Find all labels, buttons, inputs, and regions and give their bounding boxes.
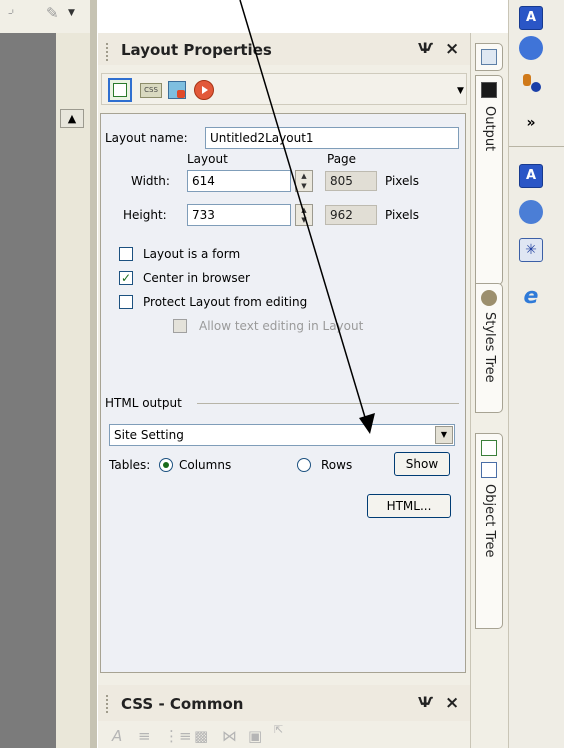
columns-radio-label: Columns	[179, 458, 232, 472]
protect-layout-label: Protect Layout from editing	[143, 295, 308, 309]
protect-layout-checkbox[interactable]	[119, 295, 133, 309]
grip-icon[interactable]	[106, 43, 111, 61]
layout-is-form-label: Layout is a form	[143, 247, 241, 261]
palette-icon	[481, 290, 497, 306]
chevron-down-icon[interactable]: ▼	[435, 426, 453, 444]
rows-radio-label: Rows	[321, 458, 353, 472]
tab-properties[interactable]	[475, 43, 503, 71]
close-icon[interactable]: ×	[445, 693, 459, 713]
tab-styles-tree[interactable]: Styles Tree	[475, 283, 503, 413]
app-a-icon[interactable]: A	[519, 6, 543, 30]
width-label: Width:	[131, 174, 170, 188]
height-label: Height:	[123, 208, 167, 222]
close-icon[interactable]: ×	[445, 39, 459, 59]
left-document-pane	[0, 33, 56, 748]
allow-text-editing-checkbox	[173, 319, 187, 333]
box-icon[interactable]: ▣	[248, 727, 262, 745]
allow-text-editing-label: Allow text editing in Layout	[199, 319, 364, 333]
properties-tab-icon	[481, 49, 497, 65]
html-output-select[interactable]: Site Setting ▼	[109, 424, 455, 446]
properties-content: Layout name: Untitled2Layout1 Layout Pag…	[100, 113, 466, 673]
globe-icon[interactable]	[519, 200, 543, 224]
panel-toolbar: CSS ▼	[101, 73, 467, 105]
html-button[interactable]: HTML...	[367, 494, 451, 518]
html-output-select-value: Site Setting	[114, 428, 184, 442]
width-stepper[interactable]: ▲ ▼	[295, 170, 313, 192]
html-output-label: HTML output	[105, 396, 182, 410]
tree-icon	[481, 440, 497, 456]
spacing-icon[interactable]: ⋈	[222, 727, 237, 745]
tab-styles-tree-label: Styles Tree	[482, 312, 497, 383]
layout-icon[interactable]	[108, 78, 132, 102]
refresh-icon[interactable]	[519, 36, 543, 60]
tab-output[interactable]: Output	[475, 75, 503, 285]
app-a-icon[interactable]: A	[519, 164, 543, 188]
align-icon[interactable]: ≡	[138, 727, 151, 745]
layout-name-field[interactable]: Untitled2Layout1	[205, 127, 459, 149]
center-in-browser-label: Center in browser	[143, 271, 250, 285]
css-common-title: CSS - Common	[121, 695, 244, 713]
panel-title: Layout Properties	[121, 41, 272, 59]
toolbar-glyph-icon[interactable]: ⌏	[8, 6, 18, 20]
width-units: Pixels	[385, 174, 420, 188]
expand-icon[interactable]: ⇱	[274, 723, 283, 736]
toolbar-overflow-icon[interactable]: ▼	[457, 86, 464, 96]
width-page-value: 805	[325, 171, 377, 191]
layout-column-header: Layout	[187, 152, 228, 166]
layout-is-form-checkbox[interactable]	[119, 247, 133, 261]
right-icon-bar: A » A ✳ e	[508, 0, 564, 748]
height-stepper[interactable]: ▲ ▼	[295, 204, 313, 226]
html-output-divider	[197, 403, 459, 404]
grip-icon[interactable]	[106, 695, 111, 713]
side-tabs-strip: Output Styles Tree Object Tree	[470, 33, 509, 748]
height-page-value: 962	[325, 205, 377, 225]
phone-icon[interactable]	[519, 70, 543, 94]
more-icon[interactable]: »	[519, 112, 543, 136]
css-common-toolbar: A ≡ ⋮≡ ▩ ⋈ ▣ ⇱	[98, 723, 471, 748]
tables-label: Tables:	[109, 458, 151, 472]
hierarchy-icon	[481, 462, 497, 478]
ie-icon[interactable]: e	[519, 286, 543, 310]
width-field[interactable]: 614	[187, 170, 291, 192]
console-icon	[481, 82, 497, 98]
pin-icon[interactable]: Ѱ	[418, 695, 433, 711]
tab-object-tree-label: Object Tree	[482, 484, 497, 558]
height-field[interactable]: 733	[187, 204, 291, 226]
layout-properties-panel: Layout Properties Ѱ × CSS ▼ Layout name:…	[97, 33, 471, 748]
star-icon[interactable]: ✳	[519, 238, 543, 262]
italic-icon[interactable]: A	[112, 727, 122, 745]
center-in-browser-checkbox[interactable]: ✓	[119, 271, 133, 285]
image-icon[interactable]	[168, 81, 186, 99]
columns-radio[interactable]	[159, 458, 173, 472]
show-button[interactable]: Show	[394, 452, 450, 476]
pen-icon[interactable]: ✎	[46, 4, 59, 22]
page-column-header: Page	[327, 152, 357, 166]
css-common-titlebar[interactable]: CSS - Common Ѱ ×	[98, 685, 471, 721]
panel-titlebar[interactable]: Layout Properties Ѱ ×	[98, 33, 471, 65]
layout-name-label: Layout name:	[105, 131, 188, 145]
top-toolbar-strip: ⌏ ✎ ▼	[0, 0, 90, 34]
play-icon[interactable]	[194, 80, 214, 100]
tab-output-label: Output	[482, 106, 497, 152]
height-units: Pixels	[385, 208, 420, 222]
scroll-up-button[interactable]: ▲	[60, 109, 84, 128]
divider	[509, 146, 564, 147]
css-icon[interactable]: CSS	[140, 83, 162, 98]
dropdown-arrow-icon[interactable]: ▼	[68, 8, 75, 18]
pin-icon[interactable]: Ѱ	[418, 41, 433, 57]
tab-object-tree[interactable]: Object Tree	[475, 433, 503, 629]
splitter[interactable]	[90, 0, 97, 748]
list-icon[interactable]: ⋮≡	[164, 727, 192, 745]
rows-radio[interactable]	[297, 458, 311, 472]
left-scrollbar[interactable]: ▲	[56, 33, 90, 748]
border-icon[interactable]: ▩	[194, 727, 208, 745]
